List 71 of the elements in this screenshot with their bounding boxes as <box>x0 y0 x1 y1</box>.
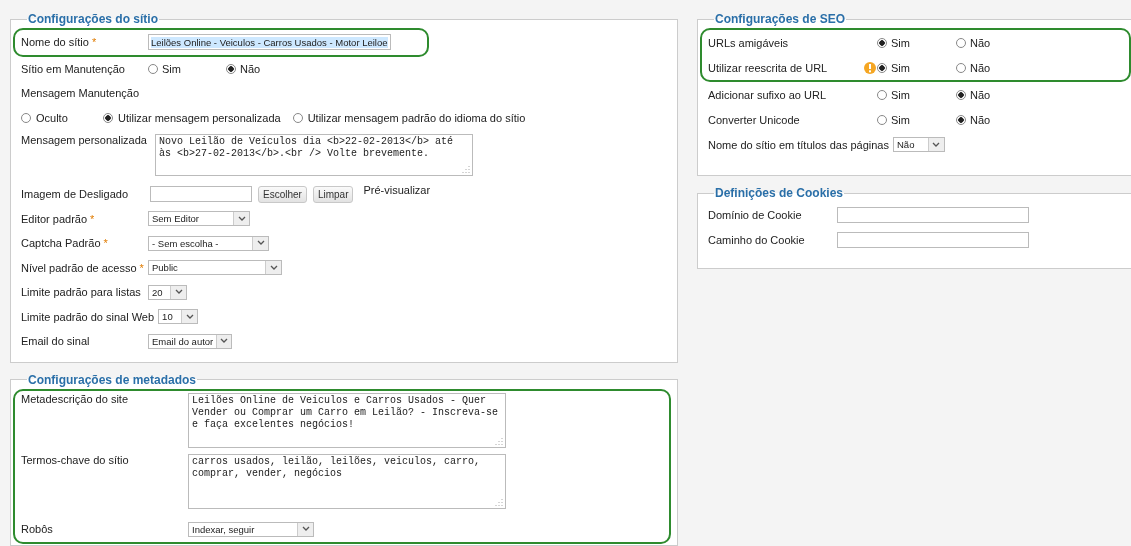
field-label: Limite padrão para listas <box>21 286 141 299</box>
field-label: Converter Unicode <box>708 113 800 126</box>
field-label: Caminho do Cookie <box>708 233 805 246</box>
radio-option[interactable]: Não <box>956 36 1035 49</box>
dropdown[interactable]: Não <box>893 137 945 152</box>
chevron-icon <box>220 338 229 345</box>
field-label: Nome do sítio em títulos das páginas <box>708 138 889 151</box>
resize-grip-icon[interactable] <box>461 165 470 173</box>
required-asterisk: * <box>139 261 144 274</box>
radio-option[interactable]: Não <box>956 88 1035 101</box>
text-field[interactable] <box>837 231 1029 248</box>
radio-option[interactable]: Sim <box>877 88 956 101</box>
radio-option[interactable]: Não <box>226 62 304 75</box>
field-label: Nome do sítio <box>21 36 89 49</box>
section-title: Configurações de SEO <box>714 12 847 26</box>
field-label: Nível padrão de acesso <box>21 261 137 274</box>
dropdown[interactable]: - Sem escolha - <box>148 235 269 251</box>
radio-option[interactable]: Sim <box>148 62 226 75</box>
chevron-icon <box>185 313 194 320</box>
radio-option[interactable]: Oculto <box>21 111 91 124</box>
radio-option[interactable]: Sim <box>877 36 956 49</box>
field-label: Limite padrão do sinal Web <box>21 310 155 323</box>
text-field[interactable]: Leilões Online - Veiculos - Carros Usados - Motor Leiloe <box>148 34 391 51</box>
dropdown[interactable]: 20 <box>148 284 187 300</box>
chevron-icon <box>269 264 278 271</box>
section-title: Configurações do sítio <box>27 12 159 26</box>
field-label: Robôs <box>21 523 53 535</box>
dropdown[interactable]: Sem Editor <box>148 211 250 227</box>
field-label: Adicionar sufixo ao URL <box>708 88 826 101</box>
image-button[interactable]: Escolher <box>258 185 307 203</box>
radio-option[interactable]: Sim <box>877 61 956 74</box>
text-field[interactable] <box>150 186 252 203</box>
radio-option[interactable]: Sim <box>877 113 956 126</box>
radio-option[interactable]: Utilizar mensagem padrão do idioma do sítio <box>292 111 526 124</box>
radio-option[interactable]: Não <box>956 61 1035 74</box>
field-label: Mensagem personalizada <box>21 134 147 146</box>
required-asterisk: * <box>103 237 108 250</box>
chevron-icon <box>256 240 265 247</box>
section-title: Definições de Cookies <box>714 186 845 200</box>
field-label: Domínio de Cookie <box>708 208 802 221</box>
chevron-icon <box>301 526 310 532</box>
preview-label: Pré-visualizar <box>363 184 431 196</box>
text-area[interactable]: Leilões Online de Veiculos e Carros Usados - Quer Vender ou Comprar um Carro em Leilão? - Inscreva-se e faça excelentes negócios! <box>188 392 506 448</box>
field-label: Imagem de Desligado <box>21 188 128 201</box>
text-area[interactable]: Novo Leilão de Veículos dia <b>22-02-2013</b> até às <b>27-02-2013</b>.<br /> Volte brevemente. <box>154 134 473 176</box>
field-label: URLs amigáveis <box>708 36 789 49</box>
field-label: Sítio em Manutenção <box>21 62 125 75</box>
chevron-icon <box>237 215 246 222</box>
field-label: Email do sinal <box>21 335 90 348</box>
chevron-icon <box>932 141 941 148</box>
required-asterisk: * <box>91 36 97 49</box>
chevron-icon <box>174 289 183 296</box>
field-label: Captcha Padrão <box>21 237 101 250</box>
field-label: Mensagem Manutenção <box>21 87 139 100</box>
radio-option[interactable]: Não <box>956 113 1035 126</box>
dropdown[interactable]: 10 <box>158 309 199 325</box>
dropdown[interactable]: Email do autor <box>148 333 232 349</box>
text-area[interactable]: carros usados, leilão, leilões, veiculos, carro, comprar, vender, negócios <box>188 453 506 509</box>
resize-grip-icon[interactable] <box>495 436 503 445</box>
radio-option[interactable]: Utilizar mensagem personalizada <box>103 111 281 124</box>
text-field[interactable] <box>837 206 1029 223</box>
dropdown[interactable]: Indexar, seguir <box>188 521 314 537</box>
image-button[interactable]: Limpar <box>312 185 354 203</box>
field-label: Editor padrão <box>21 212 88 225</box>
section-title: Configurações de metadados <box>27 372 198 387</box>
required-asterisk: * <box>90 212 95 225</box>
field-label: Metadescrição do site <box>21 392 128 405</box>
field-label: Utilizar reescrita de URL <box>708 61 828 74</box>
dropdown[interactable]: Public <box>148 260 282 276</box>
field-label: Termos-chave do sítio <box>21 453 129 466</box>
resize-grip-icon[interactable] <box>495 497 503 506</box>
